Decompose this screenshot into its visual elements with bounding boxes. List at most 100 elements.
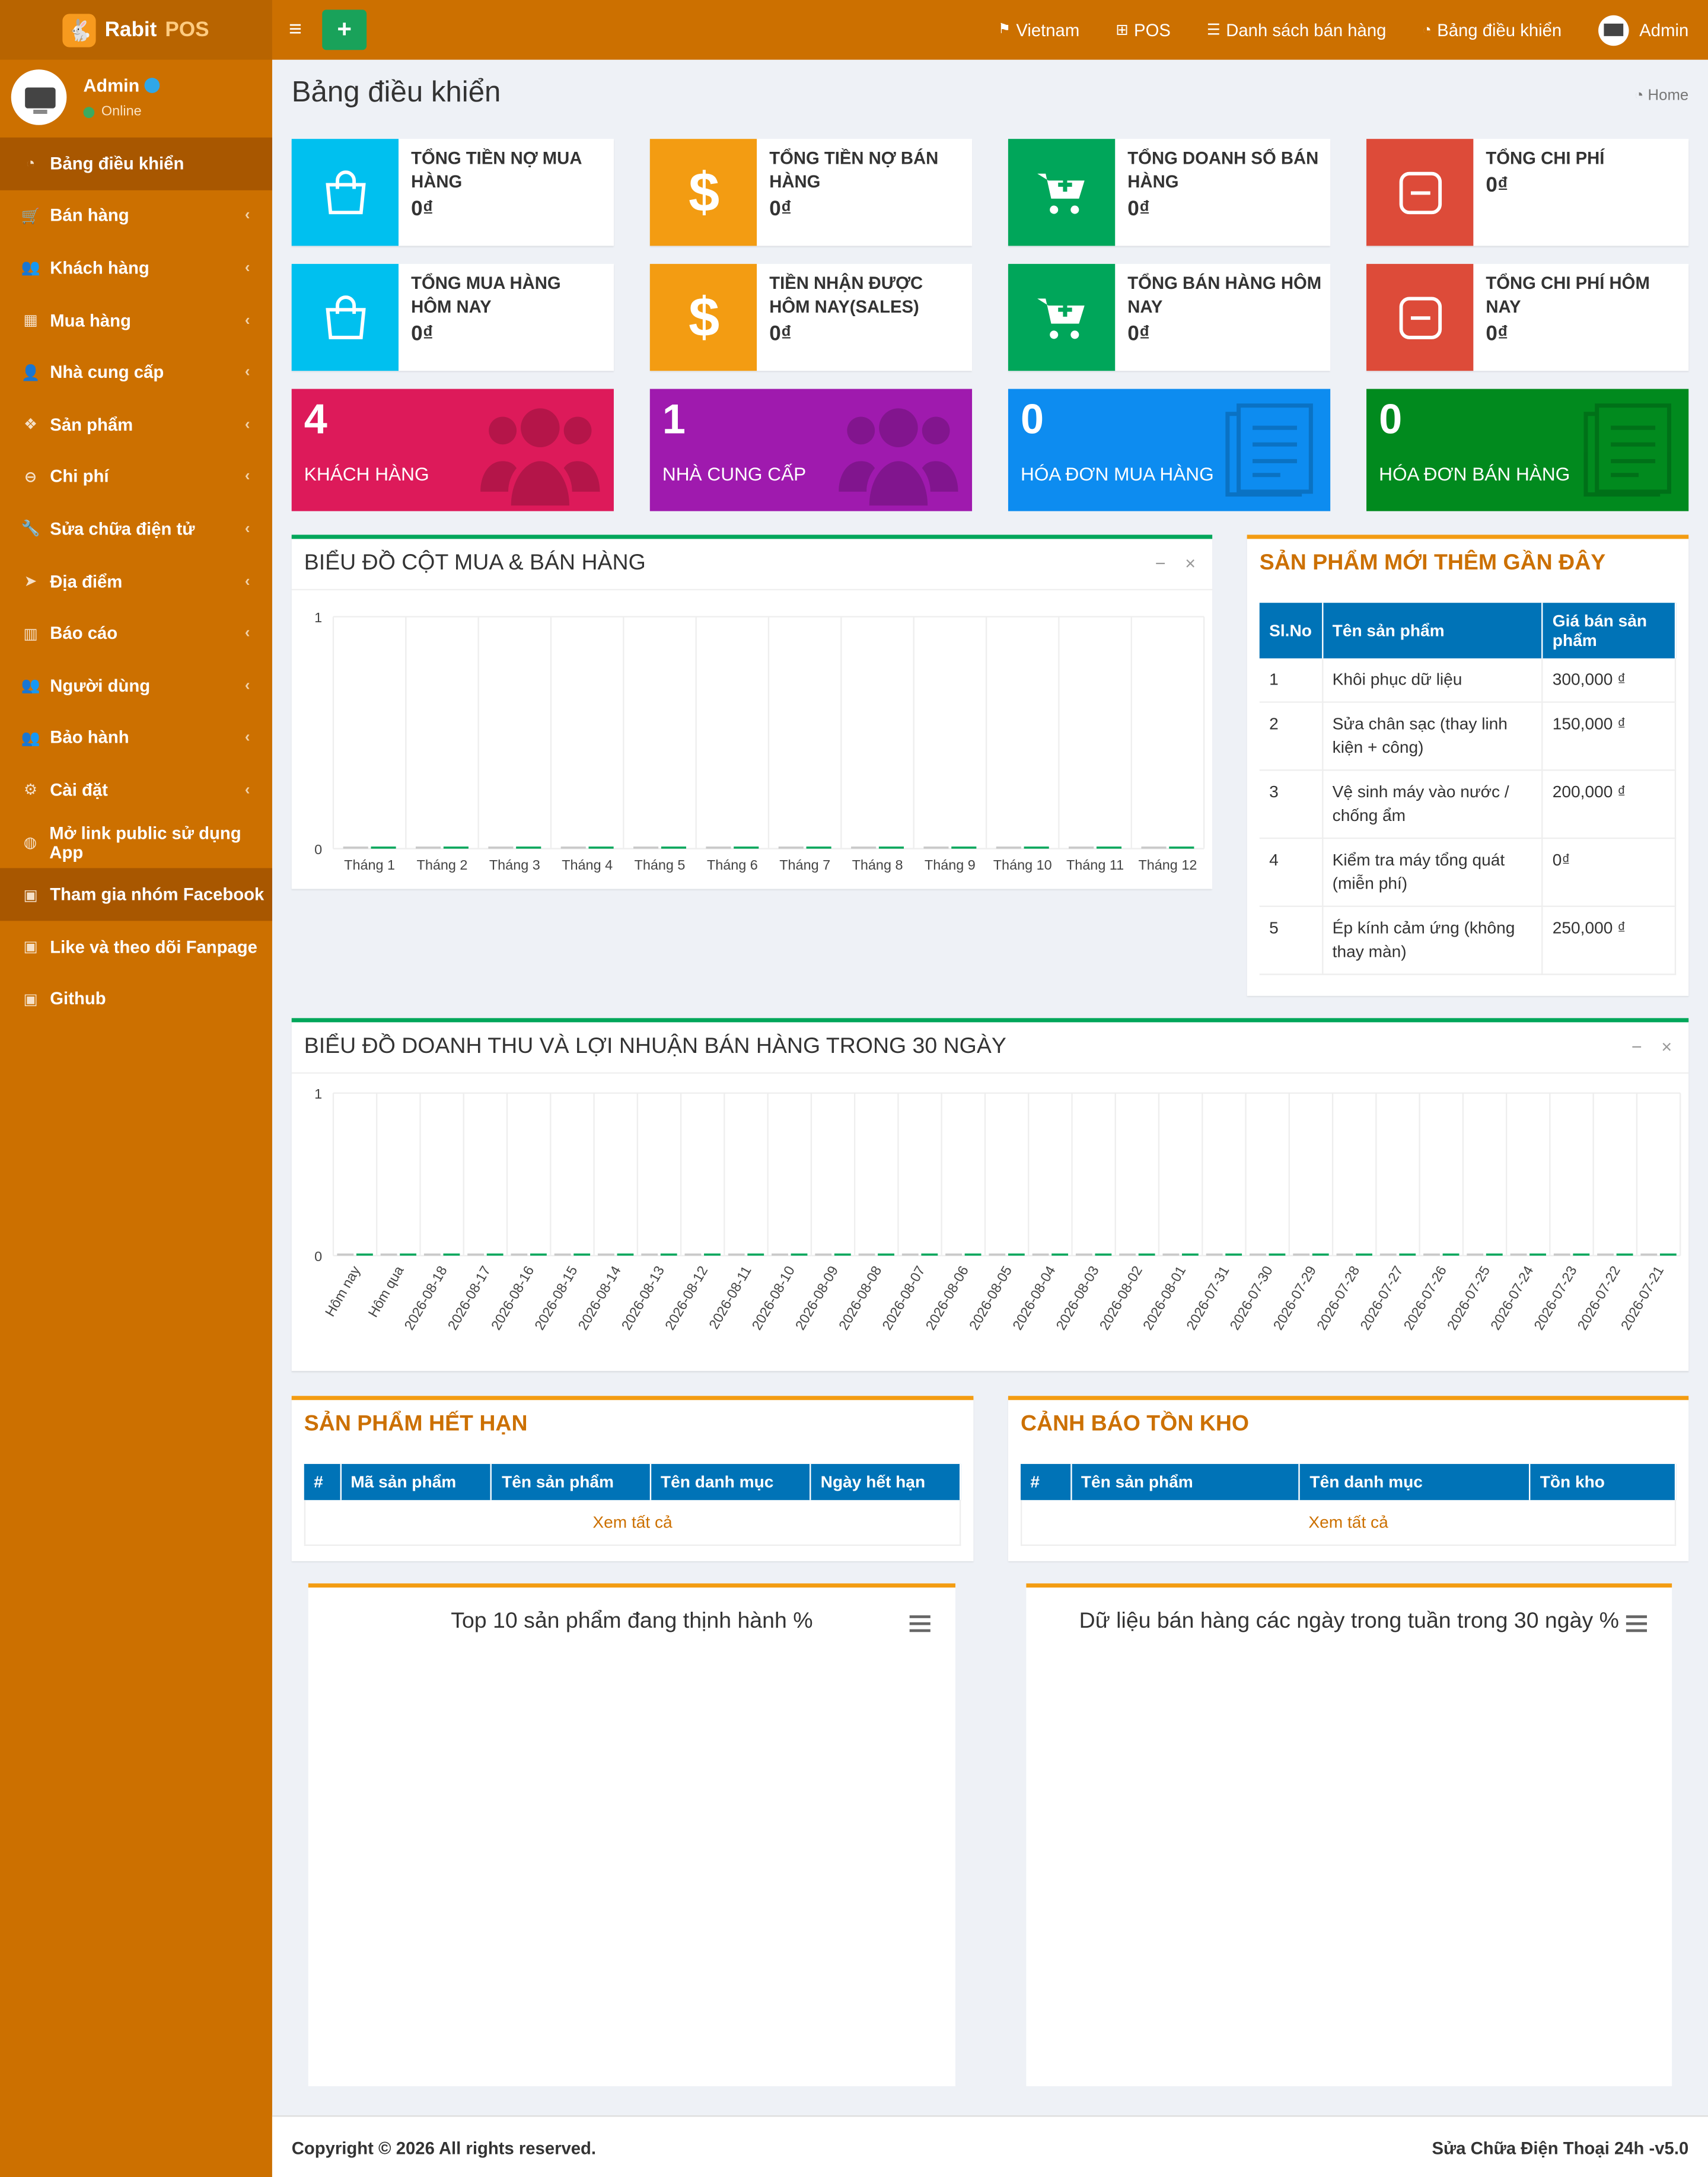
chart-menu-icon[interactable]	[1626, 1615, 1648, 1636]
language-link[interactable]: ⚑ Vietnam	[998, 20, 1079, 40]
column-header[interactable]: Giá bán sản phẩm	[1542, 603, 1677, 658]
shopping-bag-icon	[291, 139, 399, 246]
list-icon: ☰	[1206, 22, 1221, 39]
stat-box-3[interactable]: 0 HÓA ĐƠN BÁN HÀNG	[1366, 389, 1689, 511]
chart-menu-icon[interactable]	[909, 1615, 931, 1636]
user-menu[interactable]: Admin	[1598, 14, 1688, 46]
sidebar-item-13[interactable]: ◍ Mở link public sử dụng App	[0, 816, 272, 868]
close-icon[interactable]: ×	[1661, 1036, 1672, 1057]
top-products-title: Top 10 sản phẩm đang thịnh hành %	[451, 1609, 813, 1634]
user-avatar-icon	[1598, 14, 1629, 46]
x-tick-label: 2026-07-26	[1401, 1263, 1449, 1333]
sidebar-item-4[interactable]: 👤 Nhà cung cấp ‹	[0, 346, 272, 399]
sidebar-item-11[interactable]: 👥 Bảo hành ‹	[0, 712, 272, 764]
info-box-label: TỔNG DOANH SỐ BÁN HÀNG	[1127, 148, 1319, 192]
stat-box-label: KHÁCH HÀNG	[304, 464, 429, 485]
revenue-chart-title: BIỂU ĐỒ DOANH THU VÀ LỢI NHUẬN BÁN HÀNG …	[304, 1035, 1006, 1059]
sales-list-link[interactable]: ☰ Danh sách bán hàng	[1207, 20, 1387, 40]
svg-text:$: $	[688, 164, 719, 220]
table-cell: Sửa chân sạc (thay linh kiện + công)	[1322, 702, 1543, 771]
column-header[interactable]: Tên sản phẩm	[1070, 1463, 1301, 1500]
sidebar-item-5[interactable]: ❖ Sản phẩm ‹	[0, 399, 272, 451]
add-button[interactable]: +	[322, 9, 367, 50]
dashboard-link[interactable]: ◔ Bảng điều khiển	[1422, 20, 1562, 40]
sidebar: 🐇 Rabit POS Admin Online ◔ Bảng điều khiể…	[0, 0, 272, 2177]
stat-box-0[interactable]: 4 KHÁCH HÀNG	[291, 389, 614, 511]
main-content: Bảng điều khiển ◔ Home TỔNG TIỀN NỢ MUA …	[272, 60, 1708, 2115]
hamburger-icon[interactable]: ≡	[289, 17, 308, 42]
brand-suffix: POS	[165, 18, 209, 42]
column-header[interactable]: Sl.No	[1259, 603, 1323, 658]
x-tick-label: Tháng 8	[852, 857, 903, 873]
table-cell: 150,000 ₫	[1542, 702, 1677, 771]
user-name: Admin	[83, 75, 140, 96]
info-box-label: TỔNG BÁN HÀNG HÔM NAY	[1127, 273, 1322, 317]
stat-box-2[interactable]: 0 HÓA ĐƠN MUA HÀNG	[1008, 389, 1331, 511]
chart-bar	[778, 846, 804, 849]
chart-bar	[371, 846, 396, 849]
briefcase-icon: ▣	[23, 887, 38, 904]
chart-bar	[423, 1253, 441, 1256]
pos-link[interactable]: ⊞ POS	[1116, 20, 1171, 40]
chart-bar	[400, 1253, 417, 1256]
minus-square-icon	[1366, 263, 1474, 371]
avatar	[11, 69, 67, 125]
stat-box-1[interactable]: 1 NHÀ CUNG CẤP	[649, 389, 973, 511]
x-tick-label: Tháng 11	[1066, 857, 1124, 873]
sidebar-item-8[interactable]: ➤ Địa điểm ‹	[0, 555, 272, 607]
chart-bar	[1640, 1253, 1658, 1256]
info-box-label: TỔNG TIỀN NỢ BÁN HÀNG	[769, 148, 939, 192]
sidebar-item-9[interactable]: ▥ Báo cáo ‹	[0, 607, 272, 660]
chart-bar	[772, 1253, 788, 1256]
sidebar-item-14[interactable]: ▣ Tham gia nhóm Facebook	[0, 868, 272, 921]
sidebar-item-16[interactable]: ▣ Github	[0, 973, 272, 1025]
brand[interactable]: 🐇 Rabit POS	[0, 0, 272, 60]
close-icon[interactable]: ×	[1185, 553, 1196, 574]
sidebar-item-10[interactable]: 👥 Người dùng ‹	[0, 660, 272, 712]
weekday-sales-chart: Dữ liệu bán hàng các ngày trong tuần tro…	[1026, 1583, 1672, 2086]
chart-bar	[989, 1253, 1006, 1256]
x-tick-label: 2026-07-21	[1618, 1263, 1666, 1333]
x-tick-label: 2026-08-12	[662, 1263, 710, 1333]
column-header[interactable]: Tên sản phẩm	[1322, 603, 1543, 658]
chart-bar	[945, 1253, 962, 1256]
stock-view-all-link[interactable]: Xem tất cả	[1021, 1500, 1677, 1546]
sidebar-item-15[interactable]: ▣ Like và theo dõi Fanpage	[0, 921, 272, 973]
column-header[interactable]: Tồn kho	[1529, 1463, 1677, 1500]
sidebar-item-12[interactable]: ⚙ Cài đặt ‹	[0, 764, 272, 816]
sidebar-menu: ◔ Bảng điều khiển 🛒 Bán hàng ‹ 👥 Khách hàng ‹ ▦ M…	[0, 137, 272, 1025]
y-tick-label: 0	[314, 842, 322, 857]
chart-bar	[851, 846, 877, 849]
table-cell: 0₫	[1542, 838, 1677, 907]
table-row: 1 Khôi phục dữ liệu 300,000 ₫	[1259, 658, 1677, 703]
collapse-icon[interactable]: −	[1155, 553, 1166, 574]
dollar-icon: $	[649, 139, 757, 246]
sidebar-item-3[interactable]: ▦ Mua hàng ‹	[0, 294, 272, 346]
column-header[interactable]: #	[304, 1463, 341, 1500]
chevron-left-icon: ‹	[244, 782, 250, 799]
column-header[interactable]: Tên danh mục	[1299, 1463, 1531, 1500]
sidebar-item-2[interactable]: 👥 Khách hàng ‹	[0, 242, 272, 294]
collapse-icon[interactable]: −	[1631, 1036, 1642, 1057]
table-cell: 300,000 ₫	[1542, 658, 1677, 703]
sidebar-item-1[interactable]: 🛒 Bán hàng ‹	[0, 190, 272, 242]
sidebar-item-0[interactable]: ◔ Bảng điều khiển	[0, 137, 272, 190]
column-header[interactable]: Tên danh mục	[650, 1463, 811, 1500]
chart-bar	[1312, 1253, 1329, 1256]
sidebar-item-6[interactable]: ⊖ Chi phí ‹	[0, 451, 272, 503]
column-header[interactable]: #	[1021, 1463, 1072, 1500]
column-header[interactable]: Mã sản phẩm	[340, 1463, 492, 1500]
breadcrumb[interactable]: ◔ Home	[1634, 88, 1688, 104]
info-box-5: $ TIỀN NHẬN ĐƯỢC HÔM NAY(SALES) 0₫	[649, 263, 973, 371]
x-tick-label: 2026-08-04	[1009, 1263, 1058, 1333]
sidebar-item-7[interactable]: 🔧 Sửa chữa điện tử ‹	[0, 503, 272, 555]
expired-view-all-link[interactable]: Xem tất cả	[304, 1500, 961, 1546]
chart-bar	[511, 1253, 528, 1256]
column-header[interactable]: Tên sản phẩm	[491, 1463, 651, 1500]
online-dot-icon	[83, 106, 95, 117]
column-header[interactable]: Ngày hết hạn	[810, 1463, 961, 1500]
x-tick-label: 2026-08-06	[923, 1263, 971, 1333]
x-tick-label: 2026-08-02	[1097, 1263, 1145, 1333]
chart-bar	[791, 1253, 808, 1256]
chart-bar	[1399, 1253, 1416, 1256]
